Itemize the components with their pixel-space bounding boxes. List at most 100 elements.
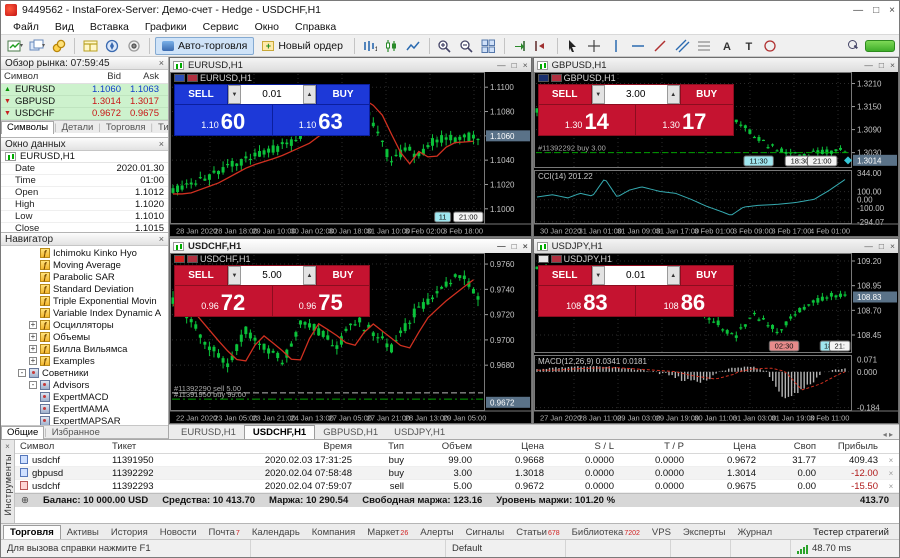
text-tool-icon[interactable]: A [717, 37, 737, 55]
toolbox-tab-vps[interactable]: VPS [646, 526, 677, 539]
toolbox-tab-эксперты[interactable]: Эксперты [677, 526, 732, 539]
chart-canvas[interactable]: GBPUSD,H1SELL▼3.00▲BUY1.30141.30171.3210… [534, 72, 898, 236]
zoom-out-icon[interactable] [457, 37, 477, 55]
chart-minimize-button[interactable]: — [497, 60, 506, 70]
autotrade-button[interactable]: Авто-торговля [155, 37, 254, 55]
buy-button[interactable]: BUY [317, 266, 369, 285]
toolbox-tab-сигналы[interactable]: Сигналы [460, 526, 511, 539]
toolbox-tab-активы[interactable]: Активы [61, 526, 105, 539]
chart-restore-button[interactable]: □ [512, 241, 517, 251]
new-order-button[interactable]: +Новый ордер [256, 37, 349, 55]
chart-minimize-button[interactable]: — [864, 241, 873, 251]
buy-price[interactable]: 1.1063 [273, 105, 370, 135]
strategy-tester-tab[interactable]: Тестер стратегий [803, 526, 899, 539]
position-row[interactable]: usdchf113919502020.02.03 17:31:25buy99.0… [15, 454, 899, 467]
navigator-item[interactable]: +ƒExamples [1, 355, 168, 367]
buy-price[interactable]: 0.9675 [273, 286, 370, 316]
toolbox-tab-библиотека[interactable]: Библиотека7202 [566, 526, 646, 539]
menu-item-1[interactable]: Вид [47, 20, 82, 34]
toolbox-tab-журнал[interactable]: Журнал [731, 526, 778, 539]
cursor-icon[interactable] [563, 37, 583, 55]
close-button[interactable]: × [889, 5, 895, 16]
menu-item-5[interactable]: Окно [247, 20, 287, 34]
market-watch-row[interactable]: ▼GBPUSD1.30141.3017 [1, 96, 168, 108]
volume-spinner[interactable]: ▼3.00▲ [592, 85, 680, 104]
menu-item-6[interactable]: Справка [287, 20, 344, 34]
navigator-item[interactable]: ƒMoving Average [1, 259, 168, 271]
market-watch-toggle-icon[interactable] [49, 37, 69, 55]
collapse-icon[interactable]: - [29, 381, 37, 389]
volume-spinner[interactable]: ▼5.00▲ [228, 266, 316, 285]
minimize-button[interactable]: — [853, 5, 863, 16]
volume-spinner[interactable]: ▼0.01▲ [592, 266, 680, 285]
profiles-icon[interactable]: ▾ [27, 37, 47, 55]
volume-decrease-icon[interactable]: ▼ [592, 85, 605, 104]
toolbox-tab-торговля[interactable]: Торговля [3, 525, 61, 539]
toolbox-tab-маркет[interactable]: Маркет26 [361, 526, 414, 539]
market-watch-row[interactable]: ▲EURUSD1.10601.1063 [1, 84, 168, 96]
position-row[interactable]: gbpusd113922922020.02.04 07:58:48buy3.00… [15, 467, 899, 480]
auto-scroll-icon[interactable] [510, 37, 530, 55]
chart-minimize-button[interactable]: — [497, 241, 506, 251]
toolbox-toggle-icon[interactable] [124, 37, 144, 55]
chart-canvas[interactable]: USDJPY,H1SELL▼0.01▲BUY1088310886109.2010… [534, 253, 898, 423]
toolbox-tab-статьи[interactable]: Статьи678 [510, 526, 565, 539]
buy-button[interactable]: BUY [317, 85, 369, 104]
toolbox-tab-алерты[interactable]: Алерты [414, 526, 459, 539]
candle-chart-icon[interactable] [382, 37, 402, 55]
chart-tab-2[interactable]: GBPUSD,H1 [315, 426, 386, 439]
tile-windows-icon[interactable] [479, 37, 499, 55]
data-window-toggle-icon[interactable] [80, 37, 100, 55]
close-position-icon[interactable]: × [883, 469, 899, 478]
sell-price[interactable]: 1.3014 [539, 105, 636, 135]
sell-price[interactable]: 1.1060 [175, 105, 272, 135]
navigator-item[interactable]: ExpertMAMA [1, 403, 168, 415]
sell-button[interactable]: SELL [175, 85, 227, 104]
buy-button[interactable]: BUY [681, 85, 733, 104]
market-watch-tab-2[interactable]: Торговля [101, 122, 151, 133]
menu-item-0[interactable]: Файл [5, 20, 47, 34]
chart-restore-button[interactable]: □ [879, 241, 884, 251]
navigator-item[interactable]: ƒParabolic SAR [1, 271, 168, 283]
horizontal-line-icon[interactable] [629, 37, 649, 55]
navigator-item[interactable]: +ƒБилла Вильямса [1, 343, 168, 355]
expand-icon[interactable]: + [29, 345, 37, 353]
market-watch-tab-1[interactable]: Детали [57, 122, 99, 133]
line-chart-icon[interactable] [404, 37, 424, 55]
expand-summary-icon[interactable]: ⊕ [21, 495, 29, 506]
buy-button[interactable]: BUY [681, 266, 733, 285]
expand-icon[interactable]: + [29, 333, 37, 341]
sell-button[interactable]: SELL [539, 85, 591, 104]
shapes-tool-icon[interactable] [761, 37, 781, 55]
chart-window-titlebar[interactable]: EURUSD,H1—□× [170, 58, 531, 72]
new-chart-icon[interactable]: ▾ [5, 37, 25, 55]
volume-increase-icon[interactable]: ▲ [667, 85, 680, 104]
navigator-item[interactable]: ƒTriple Exponential Movin [1, 295, 168, 307]
label-tool-icon[interactable]: T [739, 37, 759, 55]
navigator-tab-0[interactable]: Общие [1, 426, 44, 439]
navigator-item[interactable]: -Советники [1, 367, 168, 379]
menu-item-4[interactable]: Сервис [195, 20, 247, 34]
collapse-icon[interactable]: - [18, 369, 26, 377]
sell-button[interactable]: SELL [175, 266, 227, 285]
toolbox-tab-история[interactable]: История [105, 526, 154, 539]
chart-window-titlebar[interactable]: USDJPY,H1—□× [534, 239, 898, 253]
search-icon[interactable] [843, 37, 863, 55]
volume-decrease-icon[interactable]: ▼ [228, 266, 241, 285]
toolbox-tab-компания[interactable]: Компания [306, 526, 361, 539]
chart-close-button[interactable]: × [890, 241, 895, 251]
navigator-tab-1[interactable]: Избранное [47, 427, 105, 438]
navigator-item[interactable]: ExpertMAPSAR [1, 415, 168, 425]
close-position-icon[interactable]: × [883, 456, 899, 465]
expand-icon[interactable]: + [29, 357, 37, 365]
buy-price[interactable]: 1.3017 [636, 105, 733, 135]
chart-restore-button[interactable]: □ [879, 60, 884, 70]
fibonacci-icon[interactable] [695, 37, 715, 55]
navigator-item[interactable]: -Advisors [1, 379, 168, 391]
chart-tab-1[interactable]: USDCHF,H1 [244, 425, 315, 439]
chart-close-button[interactable]: × [523, 60, 528, 70]
market-watch-close-icon[interactable]: × [159, 58, 164, 68]
volume-spinner[interactable]: ▼0.01▲ [228, 85, 316, 104]
crosshair-icon[interactable] [585, 37, 605, 55]
zoom-in-icon[interactable] [435, 37, 455, 55]
